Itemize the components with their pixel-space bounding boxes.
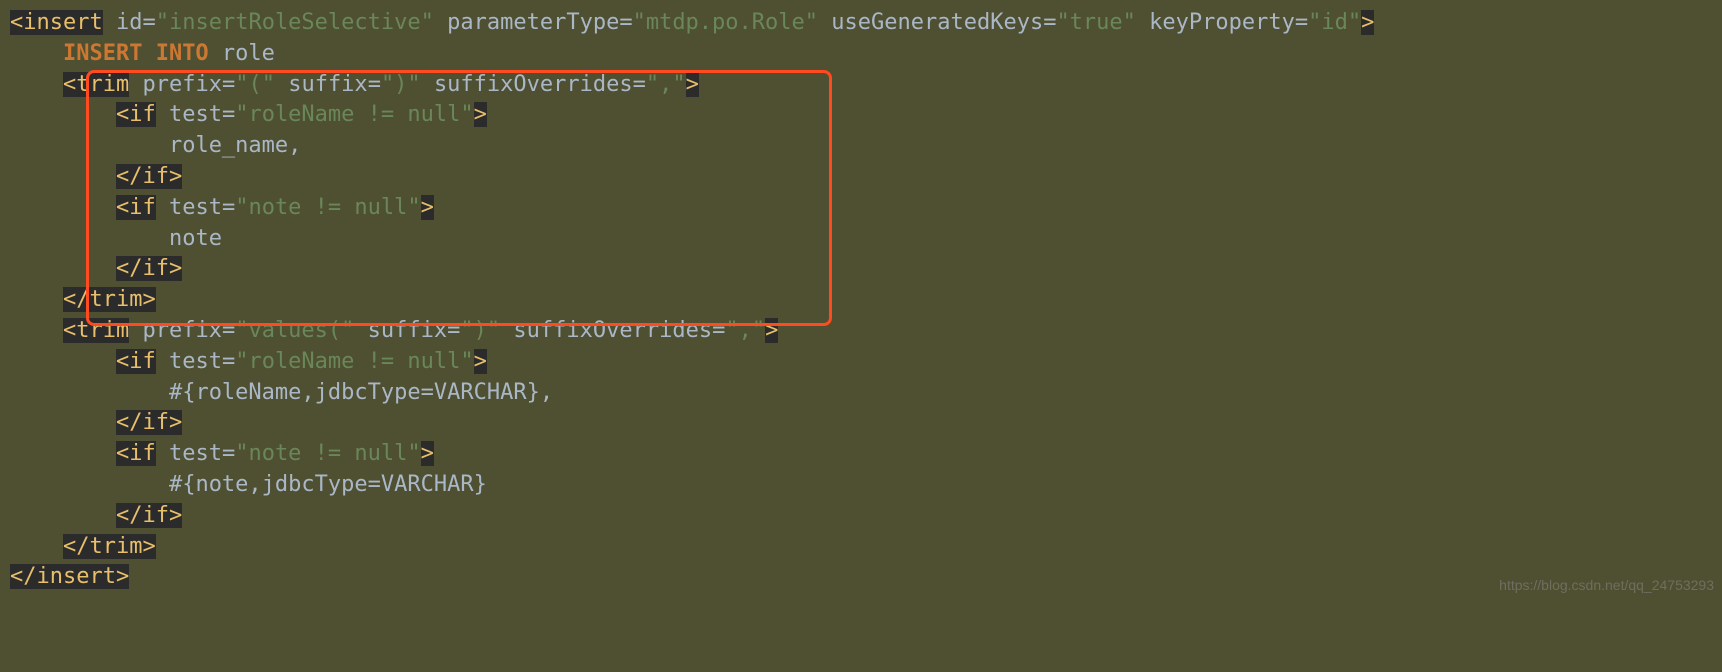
tag-name: if [129,195,156,220]
tag-open-bracket: < [10,10,23,35]
sql-keyword: INSERT INTO [63,41,209,66]
code-line[interactable]: #{roleName,jdbcType=VARCHAR}, [10,380,553,405]
tag-open-bracket: </ [116,503,143,528]
attr-value: "true" [1056,10,1135,35]
code-line[interactable]: </trim> [10,287,156,312]
tag-name: if [129,102,156,127]
attr-name: suffixOverrides [434,72,633,97]
tag-close-bracket: > [686,72,699,97]
tag-open-bracket: </ [116,164,143,189]
code-line[interactable]: INSERT INTO role [10,41,275,66]
tag-close-bracket: > [142,287,155,312]
attr-value: "roleName != null" [235,102,473,127]
tag-close-bracket: > [421,441,434,466]
tag-name: if [142,410,169,435]
code-line[interactable]: <if test="roleName != null"> [10,349,487,374]
tag-name: insert [23,10,102,35]
attr-name: prefix [142,72,221,97]
code-line[interactable]: <trim prefix="(" suffix=")" suffixOverri… [10,72,699,97]
tag-open-bracket: < [116,441,129,466]
tag-open-bracket: </ [63,534,90,559]
code-line[interactable]: <if test="note != null"> [10,441,434,466]
attr-value: "values(" [235,318,354,343]
watermark-text: https://blog.csdn.net/qq_24753293 [1499,576,1714,596]
sql-text: note [169,226,222,251]
tag-close-bracket: > [1361,10,1374,35]
sql-text: #{note,jdbcType=VARCHAR} [169,472,487,497]
attr-name: useGeneratedKeys [831,10,1043,35]
attr-name: parameterType [447,10,619,35]
tag-name: trim [76,72,129,97]
attr-value: "insertRoleSelective" [156,10,434,35]
tag-close-bracket: > [169,164,182,189]
tag-open-bracket: </ [116,256,143,281]
attr-value: "id" [1308,10,1361,35]
tag-name: if [129,441,156,466]
code-line[interactable]: </trim> [10,534,156,559]
code-line[interactable]: <if test="roleName != null"> [10,102,487,127]
attr-name: suffixOverrides [513,318,712,343]
attr-value: "note != null" [235,441,420,466]
attr-name: id [116,10,143,35]
sql-text: #{roleName,jdbcType=VARCHAR}, [169,380,553,405]
tag-open-bracket: </ [10,564,37,589]
code-line[interactable]: <trim prefix="values(" suffix=")" suffix… [10,318,778,343]
code-block[interactable]: <insert id="insertRoleSelective" paramet… [10,8,1722,593]
attr-value: "note != null" [235,195,420,220]
tag-open-bracket: < [116,102,129,127]
attr-value: "mtdp.po.Role" [633,10,818,35]
attr-name: test [169,349,222,374]
attr-name: test [169,195,222,220]
code-line[interactable]: <insert id="insertRoleSelective" paramet… [10,10,1374,35]
tag-close-bracket: > [474,349,487,374]
tag-close-bracket: > [169,503,182,528]
code-line[interactable]: </if> [10,256,182,281]
attr-value: "," [646,72,686,97]
tag-name: if [142,164,169,189]
tag-open-bracket: < [116,349,129,374]
tag-open-bracket: < [116,195,129,220]
tag-name: insert [37,564,116,589]
tag-open-bracket: < [63,72,76,97]
tag-open-bracket: </ [63,287,90,312]
tag-name: if [142,256,169,281]
attr-value: ")" [381,72,421,97]
code-line[interactable]: role_name, [10,133,301,158]
tag-name: trim [76,318,129,343]
attr-name: test [169,102,222,127]
tag-name: trim [89,534,142,559]
code-line[interactable]: note [10,226,222,251]
tag-close-bracket: > [421,195,434,220]
tag-close-bracket: > [116,564,129,589]
tag-name: trim [89,287,142,312]
tag-close-bracket: > [169,410,182,435]
code-line[interactable]: <if test="note != null"> [10,195,434,220]
attr-value: "(" [235,72,275,97]
code-line[interactable]: #{note,jdbcType=VARCHAR} [10,472,487,497]
code-editor[interactable]: <insert id="insertRoleSelective" paramet… [0,0,1722,601]
code-line[interactable]: </if> [10,503,182,528]
attr-value: "roleName != null" [235,349,473,374]
tag-name: if [142,503,169,528]
code-line[interactable]: </if> [10,410,182,435]
attr-name: suffix [288,72,367,97]
tag-close-bracket: > [169,256,182,281]
attr-value: ")" [460,318,500,343]
tag-close-bracket: > [142,534,155,559]
attr-name: suffix [368,318,447,343]
tag-open-bracket: </ [116,410,143,435]
tag-close-bracket: > [474,102,487,127]
sql-text: role [209,41,275,66]
attr-value: "," [725,318,765,343]
attr-name: test [169,441,222,466]
attr-name: prefix [142,318,221,343]
code-line[interactable]: </if> [10,164,182,189]
sql-text: role_name, [169,133,301,158]
tag-open-bracket: < [63,318,76,343]
tag-name: if [129,349,156,374]
code-line[interactable]: </insert> [10,564,129,589]
tag-close-bracket: > [765,318,778,343]
attr-name: keyProperty [1149,10,1295,35]
